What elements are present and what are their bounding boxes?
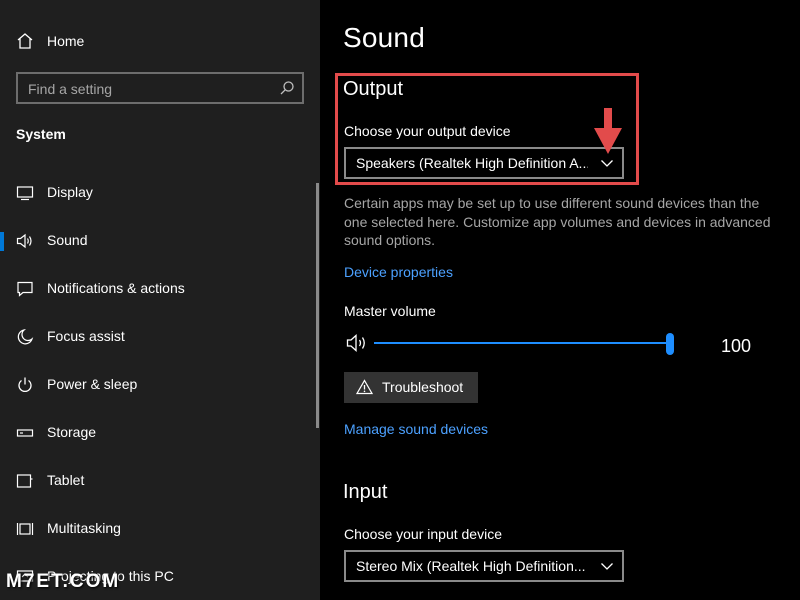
sidebar-item-display[interactable]: Display xyxy=(0,171,316,215)
master-volume-slider[interactable] xyxy=(374,333,674,355)
troubleshoot-button[interactable]: Troubleshoot xyxy=(344,372,478,403)
sidebar-item-label: Notifications & actions xyxy=(47,280,185,296)
sidebar-item-label: Tablet xyxy=(47,472,85,488)
chevron-down-icon xyxy=(601,160,613,167)
sidebar-item-label: Focus assist xyxy=(47,328,125,344)
sidebar-item-label: Multitasking xyxy=(47,520,121,536)
sidebar: Home System Display Sound Notifications … xyxy=(0,0,320,600)
speaker-icon xyxy=(16,233,32,249)
output-device-value: Speakers (Realtek High Definition A... xyxy=(356,155,588,171)
arrow-annotation-icon xyxy=(594,108,622,154)
troubleshoot-label: Troubleshoot xyxy=(382,379,464,395)
sidebar-item-label: Power & sleep xyxy=(47,376,138,392)
search-box[interactable] xyxy=(16,72,304,104)
storage-icon xyxy=(16,429,34,437)
notification-icon xyxy=(17,281,33,297)
warning-icon xyxy=(356,379,373,395)
sidebar-item-storage[interactable]: Storage xyxy=(0,411,316,455)
sidebar-item-multitasking[interactable]: Multitasking xyxy=(0,507,316,551)
search-icon[interactable] xyxy=(279,80,295,96)
speaker-icon[interactable] xyxy=(346,333,370,353)
active-indicator xyxy=(0,232,4,251)
sidebar-item-label: Display xyxy=(47,184,93,200)
page-title: Sound xyxy=(343,22,425,53)
power-icon xyxy=(18,377,32,392)
sidebar-scrollbar[interactable] xyxy=(316,183,319,428)
input-device-dropdown[interactable]: Stereo Mix (Realtek High Definition... xyxy=(344,550,624,582)
watermark: M7ET.COM xyxy=(6,571,121,592)
input-device-label: Choose your input device xyxy=(344,526,502,542)
tablet-icon xyxy=(16,474,33,488)
input-device-value: Stereo Mix (Realtek High Definition... xyxy=(356,558,586,574)
manage-sound-devices-link[interactable]: Manage sound devices xyxy=(344,421,488,437)
sidebar-item-sound[interactable]: Sound xyxy=(0,219,316,263)
moon-icon xyxy=(17,328,34,345)
sidebar-item-focus-assist[interactable]: Focus assist xyxy=(0,315,316,359)
slider-thumb[interactable] xyxy=(666,333,674,355)
display-icon xyxy=(16,186,34,201)
output-description: Certain apps may be set up to use differ… xyxy=(344,195,771,248)
sidebar-item-notifications[interactable]: Notifications & actions xyxy=(0,267,316,311)
sidebar-item-power-sleep[interactable]: Power & sleep xyxy=(0,363,316,407)
output-heading: Output xyxy=(343,78,404,100)
sidebar-item-label: Storage xyxy=(47,424,97,440)
input-heading: Input xyxy=(343,481,388,503)
output-device-dropdown[interactable]: Speakers (Realtek High Definition A... xyxy=(344,147,624,179)
multitasking-icon xyxy=(16,523,34,535)
master-volume-label: Master volume xyxy=(344,303,436,319)
device-properties-link[interactable]: Device properties xyxy=(344,264,453,280)
sidebar-item-tablet[interactable]: Tablet xyxy=(0,459,316,503)
home-label: Home xyxy=(47,33,85,49)
sidebar-item-label: Sound xyxy=(47,232,88,248)
main-content: Sound Output Choose your output device S… xyxy=(320,0,800,600)
section-title: System xyxy=(16,126,66,142)
home-nav-item[interactable]: Home xyxy=(0,24,320,58)
slider-fill xyxy=(374,342,666,344)
volume-value: 100 xyxy=(721,336,752,356)
search-input[interactable] xyxy=(28,79,268,99)
home-icon xyxy=(17,33,33,49)
output-device-label: Choose your output device xyxy=(344,123,511,139)
chevron-down-icon xyxy=(601,563,613,570)
